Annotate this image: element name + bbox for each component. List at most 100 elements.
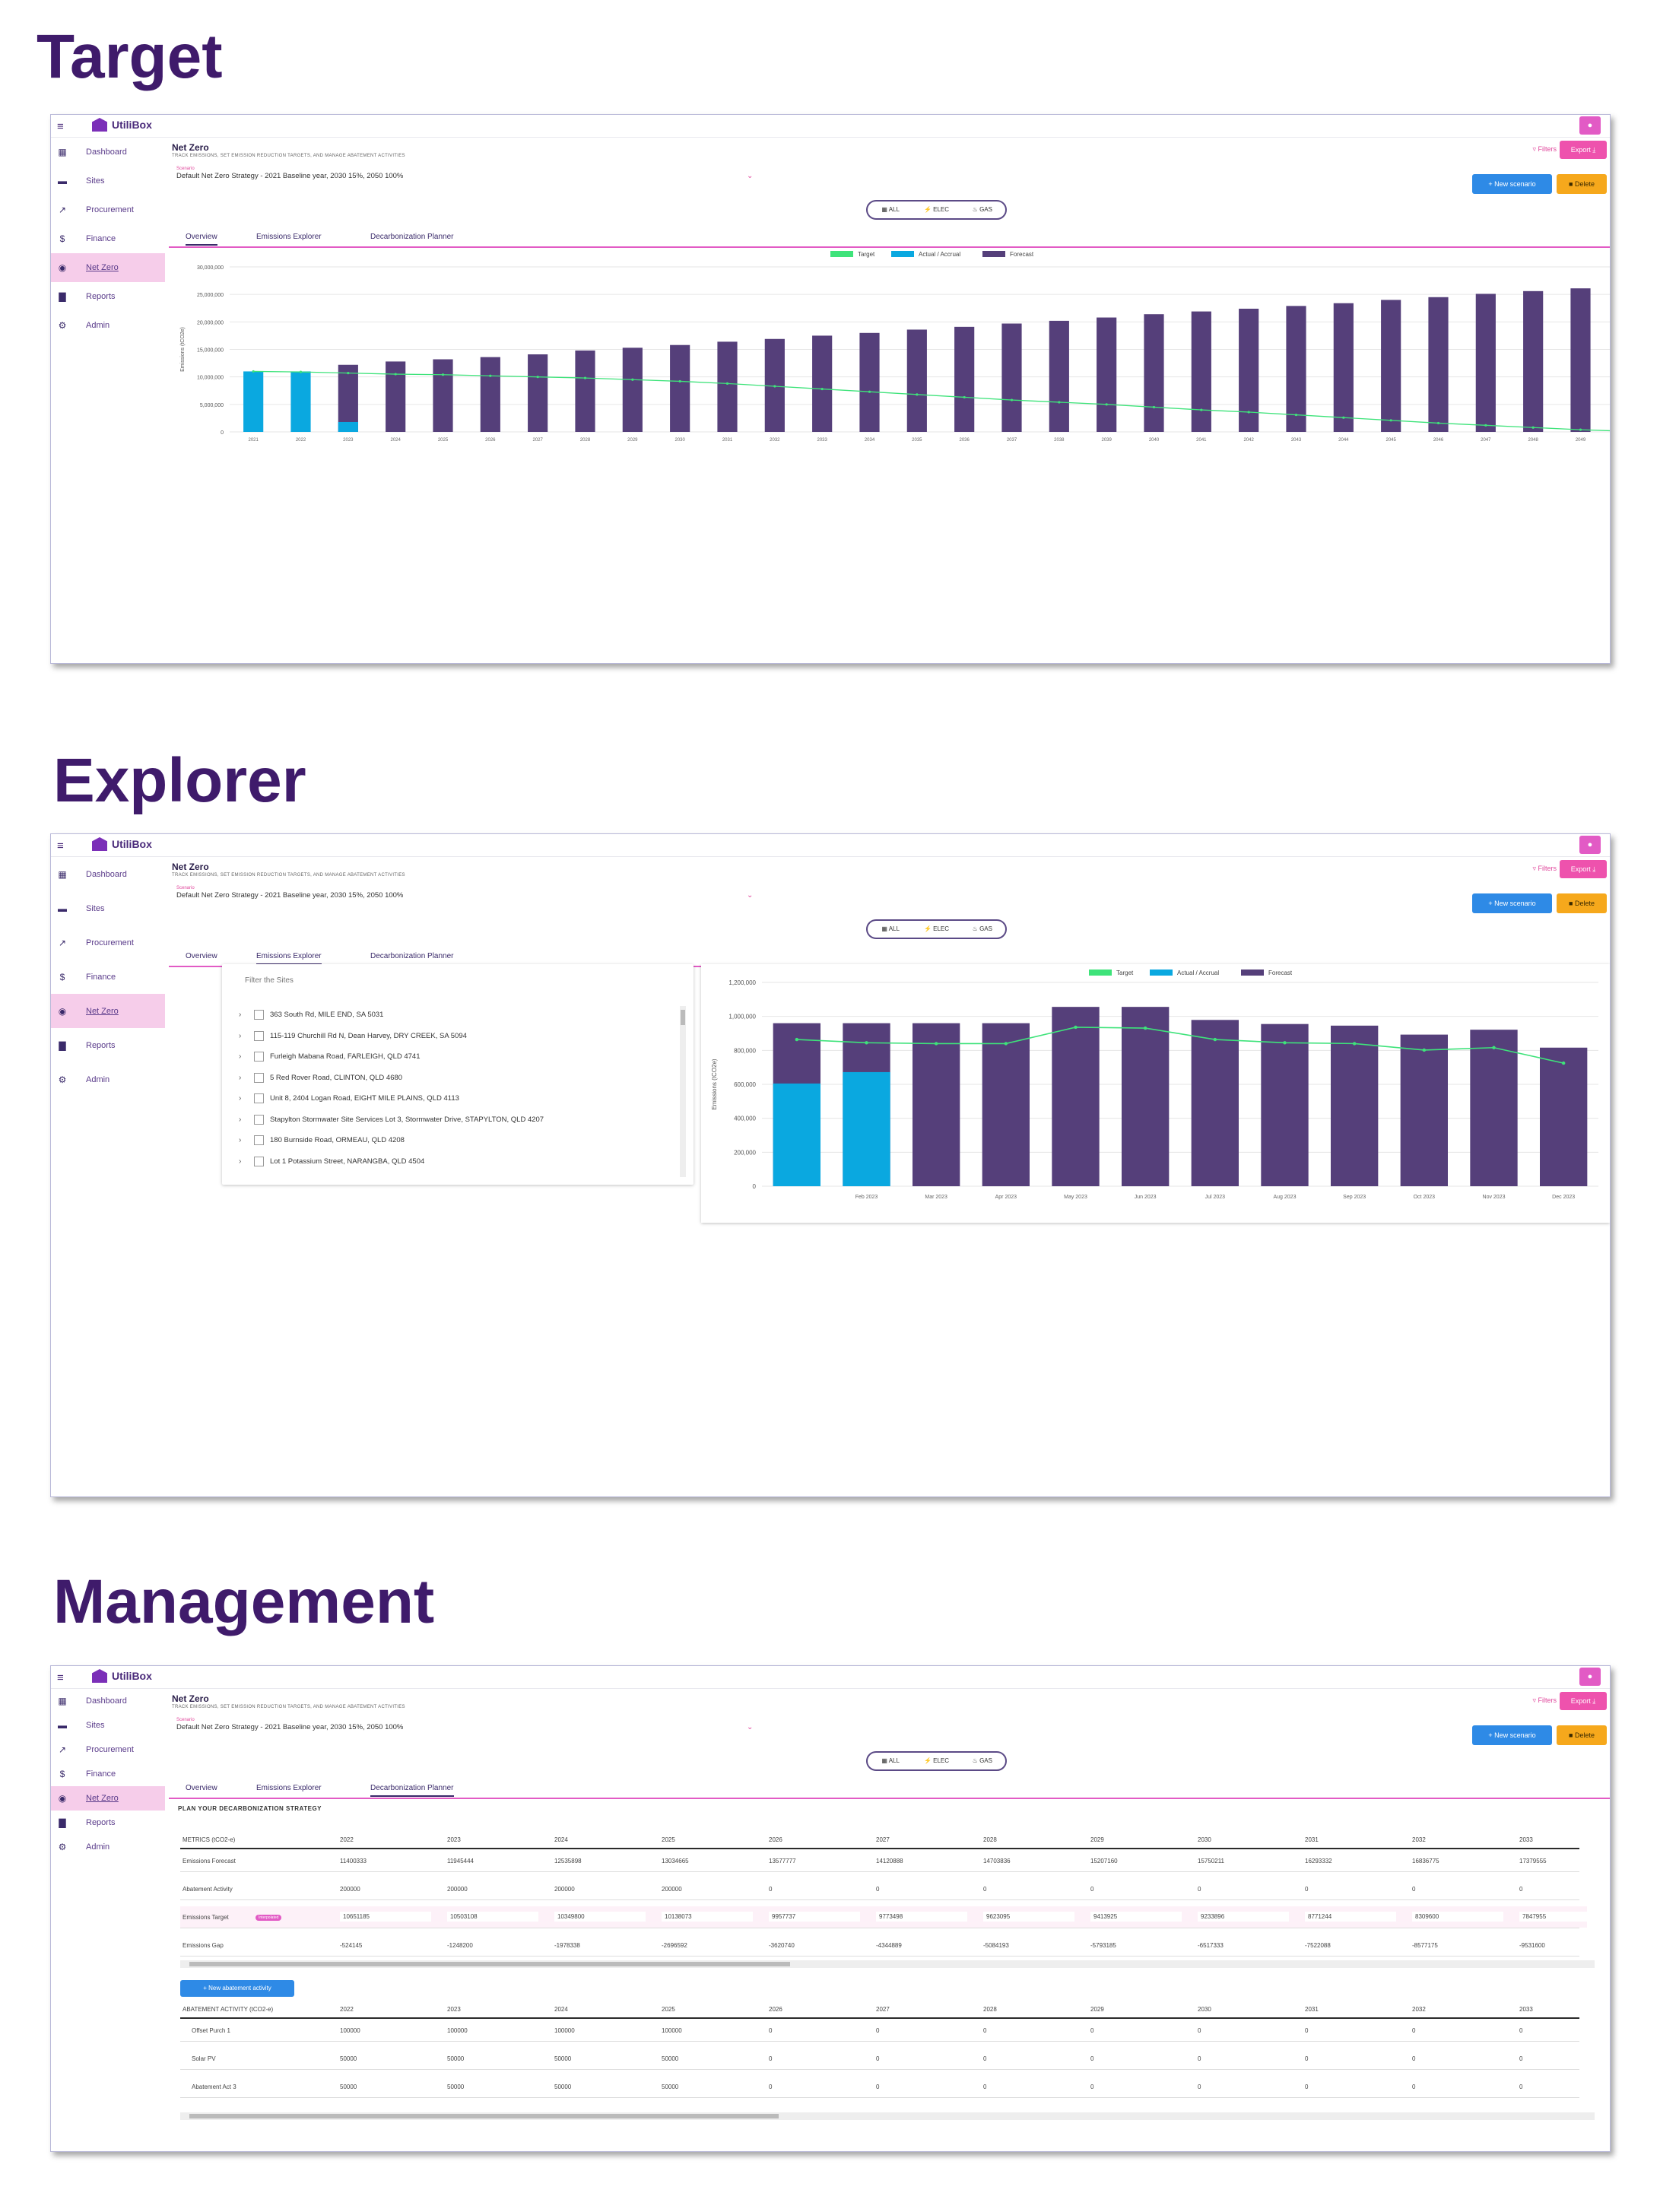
tree-row-site[interactable]: › Unit 8, 2404 Logan Road, EIGHT MILE PLA… bbox=[239, 1093, 459, 1103]
bar-forecast[interactable] bbox=[1523, 290, 1544, 432]
sidebar-item-procurement[interactable]: ↗ Procurement bbox=[51, 1738, 165, 1762]
activity-cell[interactable]: 100000 bbox=[554, 2027, 575, 2034]
site-checkbox[interactable] bbox=[254, 1072, 264, 1083]
tree-row-site[interactable]: › 5 Red Rover Road, CLINTON, QLD 4680 bbox=[239, 1072, 402, 1083]
sidebar-item-reports[interactable]: ▇ Reports bbox=[51, 282, 165, 311]
scenario-select[interactable]: Default Net Zero Strategy - 2021 Baselin… bbox=[176, 1723, 403, 1731]
activity-cell[interactable]: 0 bbox=[1519, 2055, 1522, 2062]
sidebar-item-reports[interactable]: ▇ Reports bbox=[51, 1811, 165, 1835]
activity-cell[interactable]: 0 bbox=[983, 2083, 986, 2090]
site-checkbox[interactable] bbox=[254, 1030, 264, 1041]
activity-cell[interactable]: 50000 bbox=[340, 2083, 357, 2090]
activity-cell[interactable]: 0 bbox=[1090, 2055, 1093, 2062]
bar-forecast[interactable] bbox=[1191, 1020, 1239, 1186]
bar-forecast[interactable] bbox=[670, 344, 690, 432]
tab-emissions-explorer[interactable]: Emissions Explorer bbox=[256, 1784, 322, 1792]
bar-forecast[interactable] bbox=[528, 354, 548, 432]
user-button[interactable]: ● bbox=[1579, 116, 1601, 135]
activity-cell[interactable]: 0 bbox=[1412, 2083, 1415, 2090]
target-point[interactable] bbox=[394, 373, 397, 376]
target-point[interactable] bbox=[1283, 1041, 1287, 1045]
target-point[interactable] bbox=[489, 374, 492, 377]
target-point[interactable] bbox=[795, 1037, 799, 1042]
target-input-cell[interactable]: 9957737 bbox=[769, 1912, 860, 1922]
activity-cell[interactable]: 50000 bbox=[554, 2083, 571, 2090]
target-point[interactable] bbox=[1213, 1037, 1217, 1042]
filter-sites-input[interactable]: Filter the Sites bbox=[245, 976, 294, 985]
bar-forecast[interactable] bbox=[1570, 288, 1591, 432]
chevron-down-icon[interactable]: ⌄ bbox=[747, 891, 753, 900]
activity-cell[interactable]: 0 bbox=[1305, 2083, 1308, 2090]
chevron-right-icon[interactable]: › bbox=[239, 1116, 248, 1124]
target-point[interactable] bbox=[583, 376, 587, 379]
sidebar-item-sites[interactable]: ▬ Sites bbox=[51, 1713, 165, 1738]
chevron-right-icon[interactable]: › bbox=[239, 1032, 248, 1040]
target-input-cell[interactable]: 10651185 bbox=[340, 1912, 431, 1922]
bar-forecast[interactable] bbox=[433, 359, 453, 432]
target-point[interactable] bbox=[1152, 405, 1156, 409]
activity-cell[interactable]: 0 bbox=[769, 2027, 772, 2034]
bar-forecast[interactable] bbox=[1261, 1023, 1309, 1186]
sidebar-item-dashboard[interactable]: ▦ Dashboard bbox=[51, 138, 165, 167]
sidebar-item-finance[interactable]: $ Finance bbox=[51, 1762, 165, 1786]
bar-forecast[interactable] bbox=[1191, 311, 1211, 432]
filters-button[interactable]: ▿ Filters bbox=[1532, 1696, 1557, 1705]
target-point[interactable] bbox=[536, 376, 539, 379]
activity-cell[interactable]: 0 bbox=[1519, 2027, 1522, 2034]
tree-row-site[interactable]: › Stapylton Stormwater Site Services Lot … bbox=[239, 1114, 544, 1125]
sidebar-item-dashboard[interactable]: ▦ Dashboard bbox=[51, 857, 165, 891]
scrollbar-thumb[interactable] bbox=[189, 2114, 779, 2118]
toggle-all[interactable]: ▦ ALL bbox=[868, 921, 913, 938]
chevron-right-icon[interactable]: › bbox=[239, 1052, 248, 1061]
site-checkbox[interactable] bbox=[254, 1093, 264, 1103]
target-input-cell[interactable]: 7847955 bbox=[1519, 1912, 1610, 1922]
activity-cell[interactable]: 0 bbox=[1519, 2083, 1522, 2090]
metrics-scrollbar[interactable] bbox=[180, 1960, 1595, 1968]
filters-button[interactable]: ▿ Filters bbox=[1532, 145, 1557, 154]
target-point[interactable] bbox=[1247, 411, 1250, 414]
target-input-cell[interactable]: 8771244 bbox=[1305, 1912, 1396, 1922]
target-point[interactable] bbox=[934, 1042, 938, 1046]
tab-overview[interactable]: Overview bbox=[186, 1784, 217, 1792]
activity-cell[interactable]: 0 bbox=[1305, 2055, 1308, 2062]
tree-row-site[interactable]: › Lot 1 Potassium Street, NARANGBA, QLD 4… bbox=[239, 1156, 424, 1166]
sidebar-item-procurement[interactable]: ↗ Procurement bbox=[51, 195, 165, 224]
export-button[interactable]: Export ⤓ bbox=[1560, 860, 1607, 878]
new-abatement-activity-button[interactable]: + New abatement activity bbox=[180, 1980, 294, 1997]
tab-overview[interactable]: Overview bbox=[186, 233, 217, 246]
tree-row-site[interactable]: › 180 Burnside Road, ORMEAU, QLD 4208 bbox=[239, 1135, 405, 1145]
target-point[interactable] bbox=[1074, 1025, 1078, 1030]
bar-forecast[interactable] bbox=[338, 364, 358, 432]
toggle-elec[interactable]: ⚡ ELEC bbox=[913, 921, 959, 938]
sidebar-item-dashboard[interactable]: ▦ Dashboard bbox=[51, 1689, 165, 1713]
abatement-scrollbar[interactable] bbox=[180, 2112, 1595, 2120]
tab-emissions-explorer[interactable]: Emissions Explorer bbox=[256, 233, 322, 241]
bar-forecast[interactable] bbox=[1144, 314, 1164, 432]
new-scenario-button[interactable]: + New scenario bbox=[1472, 893, 1552, 913]
target-point[interactable] bbox=[1422, 1048, 1427, 1052]
bar-forecast[interactable] bbox=[1540, 1047, 1588, 1186]
target-input-cell[interactable]: 10503108 bbox=[447, 1912, 538, 1922]
target-input-cell[interactable]: 9773498 bbox=[876, 1912, 967, 1922]
activity-cell[interactable]: 50000 bbox=[447, 2055, 464, 2062]
activity-cell[interactable]: 50000 bbox=[447, 2083, 464, 2090]
bar-actual[interactable] bbox=[773, 1083, 820, 1186]
bar-forecast[interactable] bbox=[1001, 323, 1022, 432]
target-point[interactable] bbox=[1561, 1061, 1566, 1065]
filters-button[interactable]: ▿ Filters bbox=[1532, 865, 1557, 873]
activity-cell[interactable]: 0 bbox=[876, 2083, 879, 2090]
sidebar-item-net-zero[interactable]: ◉ Net Zero bbox=[51, 994, 165, 1028]
target-point[interactable] bbox=[678, 379, 681, 383]
toggle-elec[interactable]: ⚡ ELEC bbox=[913, 1753, 959, 1769]
bar-forecast[interactable] bbox=[1475, 294, 1496, 432]
activity-row-label[interactable]: Abatement Act 3 bbox=[192, 2083, 236, 2090]
sidebar-item-admin[interactable]: ⚙ Admin bbox=[51, 1062, 165, 1096]
tree-row-site[interactable]: › Furleigh Mabana Road, FARLEIGH, QLD 474… bbox=[239, 1052, 421, 1062]
chevron-down-icon[interactable]: ⌄ bbox=[747, 172, 753, 180]
activity-cell[interactable]: 50000 bbox=[662, 2055, 678, 2062]
delete-button[interactable]: ■ Delete bbox=[1557, 174, 1607, 194]
target-input-cell[interactable]: 9623095 bbox=[983, 1912, 1074, 1922]
sidebar-item-admin[interactable]: ⚙ Admin bbox=[51, 1835, 165, 1859]
activity-cell[interactable]: 0 bbox=[1198, 2055, 1201, 2062]
activity-cell[interactable]: 50000 bbox=[554, 2055, 571, 2062]
